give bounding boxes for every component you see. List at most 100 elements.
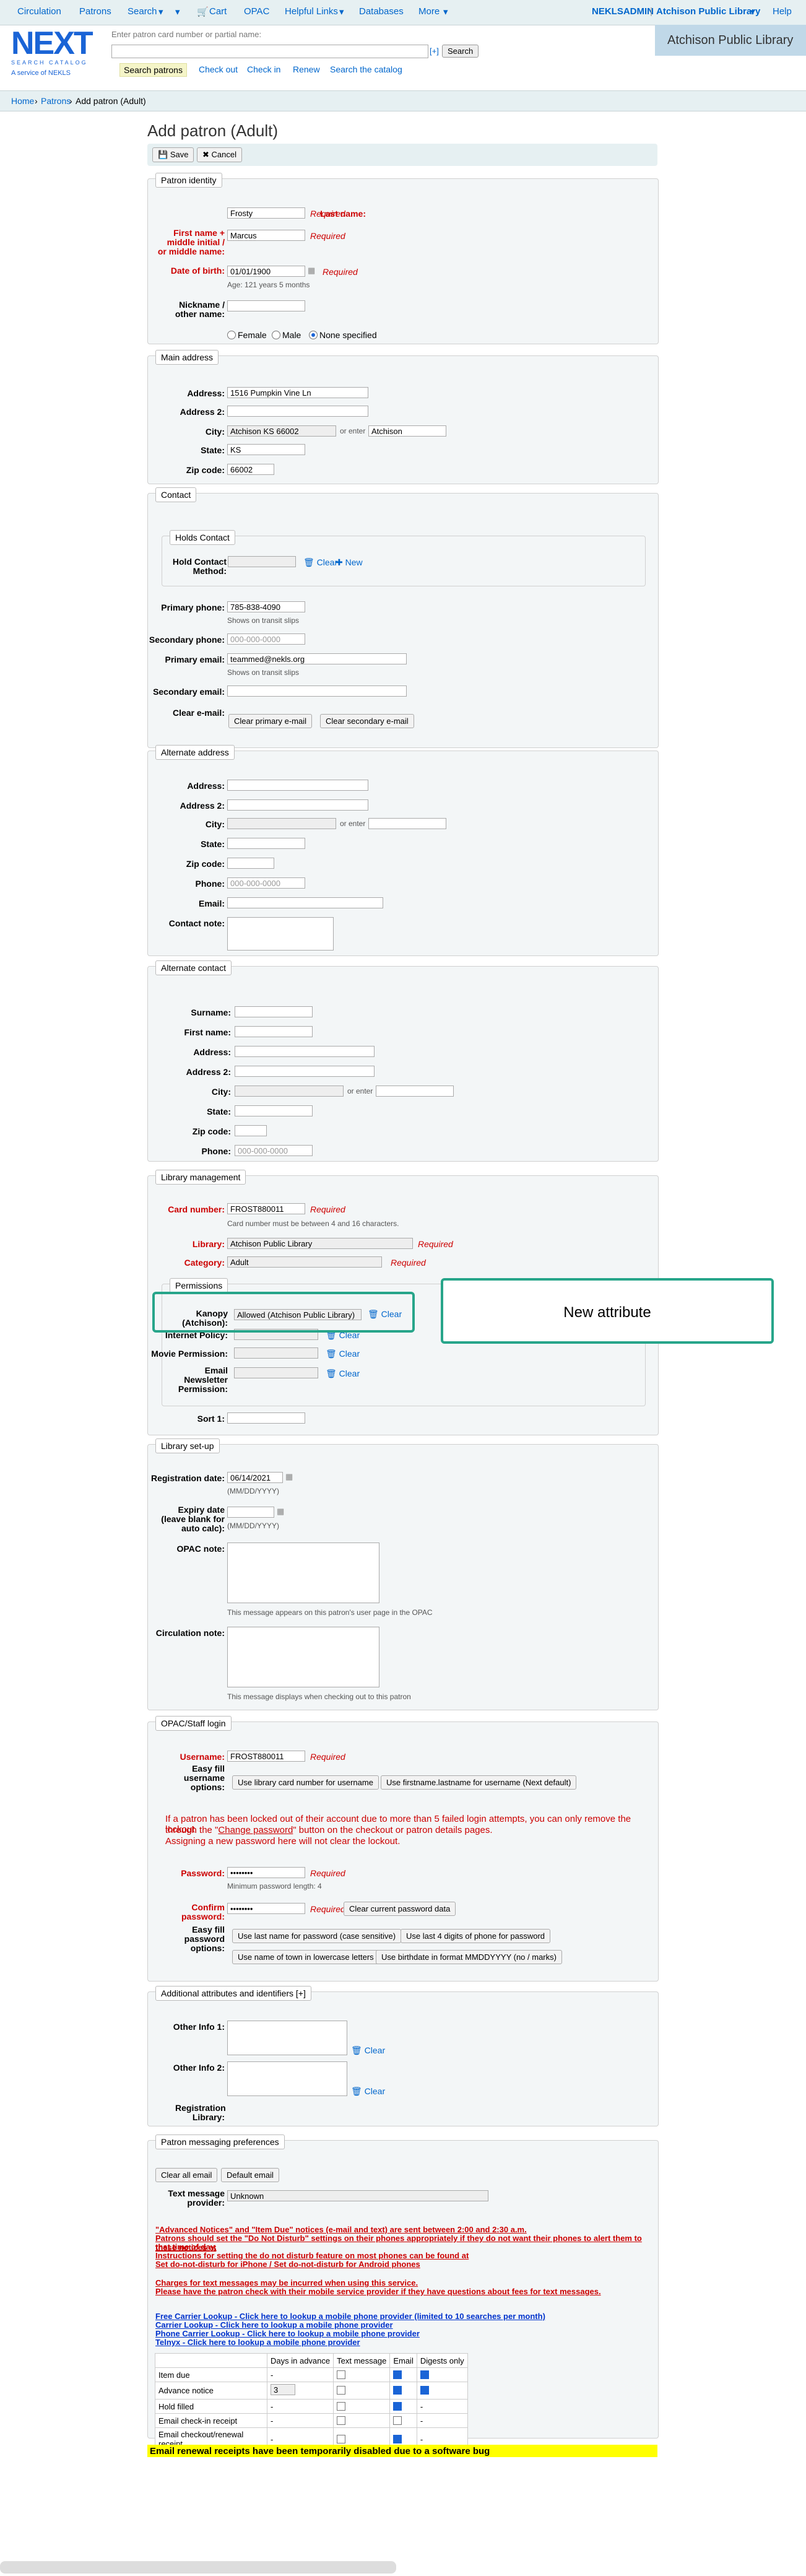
gender-male-radio[interactable]: Male — [272, 330, 301, 340]
do-not-disturb-link[interactable]: Set do-not-disturb for iPhone / Set do-n… — [155, 2260, 420, 2269]
address-input[interactable]: 1516 Pumpkin Vine Ln — [227, 387, 368, 398]
alt-contact-address2-input[interactable] — [235, 1066, 375, 1077]
password-input[interactable]: •••••••• — [227, 1867, 305, 1878]
username-input[interactable]: FROST880011 — [227, 1751, 305, 1762]
calendar-icon[interactable]: ▦ — [285, 1472, 293, 1482]
alt-city-select[interactable] — [227, 818, 336, 829]
gender-none-radio[interactable]: None specified — [309, 330, 377, 340]
digest-checkbox[interactable] — [420, 2370, 429, 2379]
tab-search-catalog[interactable]: Search the catalog — [330, 64, 402, 74]
clear-secondary-email-button[interactable]: Clear secondary e-mail — [320, 714, 414, 728]
hold-method-select[interactable] — [228, 556, 296, 567]
clear-password-button[interactable]: Clear current password data — [344, 1902, 456, 1916]
calendar-icon[interactable]: ▦ — [308, 266, 315, 276]
alt-address2-input[interactable] — [227, 799, 368, 811]
text-checkbox[interactable] — [337, 2434, 346, 2443]
tab-check-in[interactable]: Check in — [247, 64, 280, 74]
primary-email-input[interactable]: teammed@nekls.org — [227, 653, 407, 664]
expiry-date-input[interactable] — [227, 1507, 274, 1518]
category-select[interactable]: Adult — [227, 1256, 382, 1268]
email-checkbox[interactable] — [393, 2434, 402, 2443]
email-checkbox[interactable] — [393, 2386, 402, 2395]
carrier-lookup-link[interactable]: Carrier Lookup - Click here to lookup a … — [155, 2320, 393, 2330]
email-checkbox[interactable] — [393, 2370, 402, 2379]
email-checkbox[interactable] — [393, 2416, 402, 2425]
carrier-lookup-link[interactable]: Phone Carrier Lookup - Click here to loo… — [155, 2329, 420, 2338]
sort1-input[interactable] — [227, 1412, 305, 1424]
tab-check-out[interactable]: Check out — [199, 64, 238, 74]
advanced-search-toggle[interactable]: [+] — [430, 46, 439, 56]
text-provider-select[interactable]: Unknown — [227, 2190, 488, 2201]
clear-primary-email-button[interactable]: Clear primary e-mail — [228, 714, 313, 728]
breadcrumb-home[interactable]: Home — [11, 96, 34, 106]
alt-first-input[interactable] — [235, 1026, 313, 1037]
tab-search-patrons[interactable]: Search patrons — [119, 63, 187, 77]
last-name-input[interactable]: Frosty — [227, 207, 305, 219]
zip-input[interactable]: 66002 — [227, 464, 274, 475]
alt-address-input[interactable] — [227, 780, 368, 791]
alt-contact-address-input[interactable] — [235, 1046, 375, 1057]
new-hold-method[interactable]: ✚ New — [336, 557, 363, 568]
text-checkbox[interactable] — [337, 2401, 346, 2411]
nav-patrons[interactable]: Patrons — [79, 6, 111, 17]
use-card-username-button[interactable]: Use library card number for username — [232, 1775, 379, 1790]
primary-phone-input[interactable]: 785-838-4090 — [227, 601, 305, 612]
nav-opac[interactable]: OPAC — [244, 6, 269, 17]
nav-library-menu[interactable]: Atchison Public Library — [656, 6, 760, 17]
carrier-lookup-link[interactable]: Free Carrier Lookup - Click here to look… — [155, 2312, 545, 2321]
newsletter-select[interactable] — [234, 1367, 318, 1378]
clear-movie-permission[interactable]: 🗑 Clear — [326, 1349, 360, 1359]
cancel-button[interactable]: ✖ Cancel — [197, 147, 242, 162]
cart-icon[interactable]: 🛒 — [197, 6, 209, 17]
clear-other-info-1[interactable]: 🗑 Clear — [351, 2045, 385, 2056]
alt-contact-state-input[interactable] — [235, 1105, 313, 1116]
default-email-button[interactable]: Default email — [221, 2168, 279, 2182]
clear-hold-method[interactable]: 🗑 Clear — [303, 557, 337, 568]
text-checkbox[interactable] — [337, 2416, 346, 2425]
save-button[interactable]: 💾 Save — [152, 147, 194, 162]
alt-phone-input[interactable]: 000-000-0000 — [227, 877, 305, 889]
address2-input[interactable] — [227, 406, 368, 417]
use-town-button[interactable]: Use name of town in lowercase letters — [232, 1950, 379, 1964]
confirm-password-input[interactable]: •••••••• — [227, 1903, 305, 1914]
breadcrumb-patrons[interactable]: Patrons — [41, 96, 71, 106]
nav-cart[interactable]: Cart — [209, 6, 227, 17]
text-checkbox[interactable] — [337, 2370, 346, 2379]
first-name-input[interactable]: Marcus — [227, 230, 305, 241]
change-password-link[interactable]: Change password — [218, 1825, 293, 1835]
use-last-name-button[interactable]: Use last name for password (case sensiti… — [232, 1929, 402, 1943]
city-text-input[interactable]: Atchison — [368, 425, 446, 437]
use-name-username-button[interactable]: Use firstname.lastname for username (Nex… — [381, 1775, 577, 1790]
use-last4-phone-button[interactable]: Use last 4 digits of phone for password — [401, 1929, 551, 1943]
dob-input[interactable]: 01/01/1900 — [227, 266, 305, 277]
alt-contact-phone-input[interactable]: 000-000-0000 — [235, 1145, 313, 1156]
use-birthdate-button[interactable]: Use birthdate in format MMDDYYYY (no / m… — [376, 1950, 562, 1964]
nav-search-dropdown-icon[interactable]: ▾ — [158, 6, 163, 17]
nav-help[interactable]: Help — [773, 6, 792, 17]
state-input[interactable]: KS — [227, 444, 305, 455]
registration-date-input[interactable]: 06/14/2021 — [227, 1472, 283, 1483]
nav-circulation[interactable]: Circulation — [17, 6, 61, 17]
alt-email-input[interactable] — [227, 897, 383, 908]
alt-contact-city-select[interactable] — [235, 1086, 344, 1097]
email-checkbox[interactable] — [393, 2401, 402, 2411]
movie-permission-select[interactable] — [234, 1347, 318, 1359]
alt-zip-input[interactable] — [227, 858, 274, 869]
circ-note-textarea[interactable] — [227, 1627, 379, 1687]
other-info-1-textarea[interactable] — [227, 2021, 347, 2055]
city-select[interactable]: Atchison KS 66002 — [227, 425, 336, 437]
nav-search[interactable]: Search — [128, 6, 157, 17]
secondary-phone-input[interactable]: 000-000-0000 — [227, 633, 305, 645]
alt-contact-zip-input[interactable] — [235, 1125, 267, 1136]
clear-all-email-button[interactable]: Clear all email — [155, 2168, 218, 2182]
calendar-icon[interactable]: ▦ — [277, 1507, 284, 1516]
nav-user[interactable]: NEKLSADMIN — [592, 6, 654, 17]
carrier-lookup-link[interactable]: Telnyx - Click here to lookup a mobile p… — [155, 2338, 360, 2347]
alt-city-text-input[interactable] — [368, 818, 446, 829]
next-logo[interactable]: NEXT SEARCH CATALOG A service of NEKLS — [11, 27, 93, 77]
gender-female-radio[interactable]: Female — [227, 330, 267, 340]
nav-databases[interactable]: Databases — [359, 6, 404, 17]
tab-renew[interactable]: Renew — [293, 64, 320, 74]
clear-other-info-2[interactable]: 🗑 Clear — [351, 2086, 385, 2097]
nav-more[interactable]: More — [418, 6, 440, 17]
